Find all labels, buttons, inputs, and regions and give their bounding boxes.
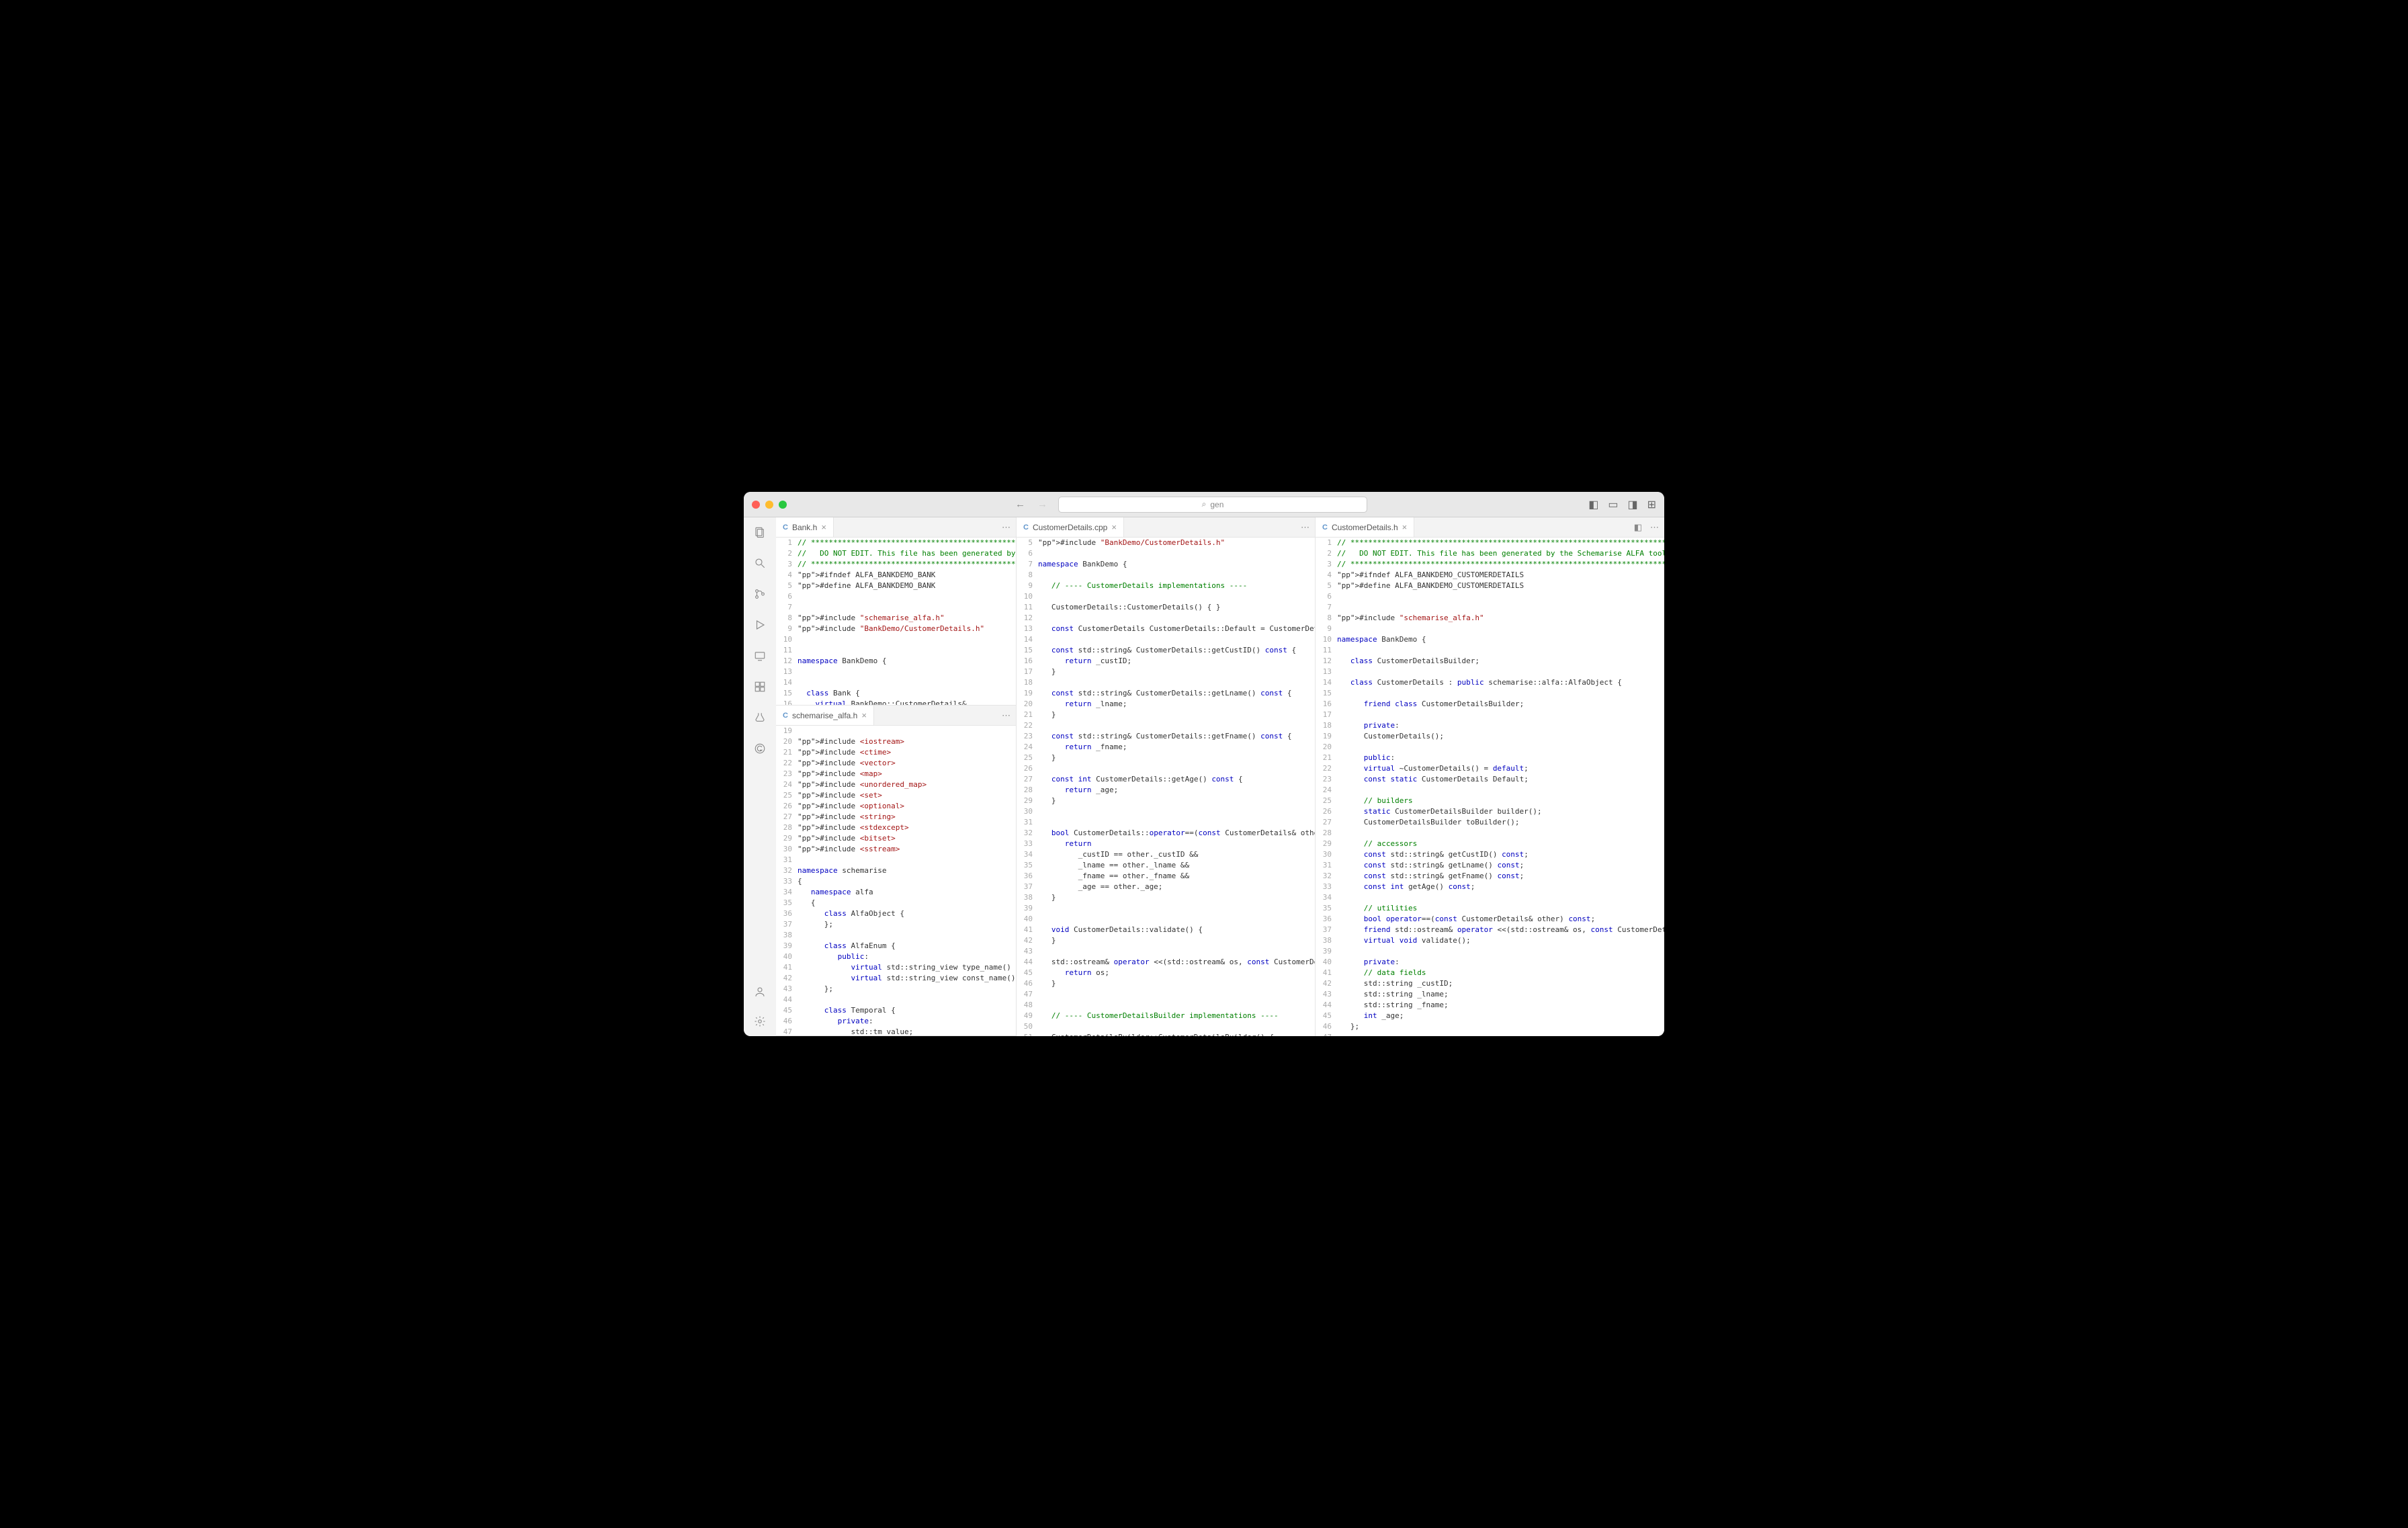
toggle-panel-icon[interactable]: ▭ [1608,498,1618,511]
c-file-icon: C [783,523,788,532]
testing-icon[interactable] [752,710,768,726]
layout-controls: ◧ ▭ ◨ ⊞ [1588,498,1656,511]
run-debug-icon[interactable] [752,617,768,633]
c-file-icon: C [1322,523,1328,532]
tab-bar: C CustomerDetails.h × ◧ ⋯ [1316,517,1664,538]
tab-customer-h[interactable]: C CustomerDetails.h × [1316,517,1414,537]
close-icon[interactable]: × [821,522,826,532]
editor-group-2: C CustomerDetails.cpp × ⋯ 5 6 7 8 9 10 1… [1017,517,1316,1036]
tab-label: CustomerDetails.cpp [1033,523,1107,532]
editor-bank-h[interactable]: 1 2 3 4 5 6 7 8 9 10 11 12 13 14 15 16 1… [776,538,1016,705]
editor-pane-bank-h: C Bank.h × ⋯ 1 2 3 4 5 6 7 8 9 10 11 12 … [776,517,1016,706]
activity-bar [744,517,776,1036]
extensions-icon[interactable] [752,679,768,695]
more-icon[interactable]: ⋯ [1002,522,1010,533]
traffic-lights [752,501,787,509]
customize-layout-icon[interactable]: ⊞ [1647,498,1656,511]
toggle-sidebar-icon[interactable]: ◧ [1588,498,1598,511]
more-icon[interactable]: ⋯ [1002,710,1010,721]
close-icon[interactable]: × [1111,522,1117,532]
c-file-icon: C [1023,523,1029,532]
grammarly-icon[interactable] [752,740,768,757]
c-file-icon: C [783,712,788,720]
search-icon: ⌕ [1202,499,1207,509]
close-icon[interactable]: × [861,710,867,720]
tab-schemarise-h[interactable]: C schemarise_alfa.h × [776,706,874,725]
more-icon[interactable]: ⋯ [1301,522,1309,533]
editor-group-3: C CustomerDetails.h × ◧ ⋯ 1 2 3 4 5 6 7 … [1316,517,1664,1036]
accounts-icon[interactable] [752,984,768,1000]
search-text: gen [1210,500,1223,509]
more-icon[interactable]: ⋯ [1650,522,1659,533]
editor-area: C Bank.h × ⋯ 1 2 3 4 5 6 7 8 9 10 11 12 … [776,517,1664,1036]
explorer-icon[interactable] [752,524,768,540]
close-window[interactable] [752,501,760,509]
editor-pane-schemarise: C schemarise_alfa.h × ⋯ 19 20 21 22 23 2… [776,706,1016,1036]
editor-group-1: C Bank.h × ⋯ 1 2 3 4 5 6 7 8 9 10 11 12 … [776,517,1017,1036]
maximize-window[interactable] [779,501,787,509]
tab-bar: C schemarise_alfa.h × ⋯ [776,706,1016,726]
titlebar: ← → ⌕ gen ◧ ▭ ◨ ⊞ [744,492,1664,517]
minimize-window[interactable] [765,501,773,509]
nav-forward-icon[interactable]: → [1037,499,1047,510]
editor-customer-h[interactable]: 1 2 3 4 5 6 7 8 9 10 11 12 13 14 15 16 1… [1316,538,1664,1036]
tab-label: Bank.h [792,523,817,532]
tab-customer-cpp[interactable]: C CustomerDetails.cpp × [1017,517,1124,537]
settings-icon[interactable] [752,1013,768,1029]
workbench: C Bank.h × ⋯ 1 2 3 4 5 6 7 8 9 10 11 12 … [744,517,1664,1036]
vscode-window: ← → ⌕ gen ◧ ▭ ◨ ⊞ [744,492,1664,1036]
close-icon[interactable]: × [1402,522,1408,532]
remote-icon[interactable] [752,648,768,664]
toggle-secondary-icon[interactable]: ◨ [1627,498,1637,511]
tab-bank-h[interactable]: C Bank.h × [776,517,834,537]
search-icon[interactable] [752,555,768,571]
tab-label: CustomerDetails.h [1332,523,1398,532]
command-center[interactable]: ⌕ gen [1058,497,1367,513]
nav-arrows: ← → [1015,499,1047,510]
editor-customer-cpp[interactable]: 5 6 7 8 9 10 11 12 13 14 15 16 17 18 19 … [1017,538,1315,1036]
tab-bar: C Bank.h × ⋯ [776,517,1016,538]
source-control-icon[interactable] [752,586,768,602]
editor-schemarise-h[interactable]: 19 20 21 22 23 24 25 26 27 28 29 30 31 3… [776,726,1016,1035]
split-icon[interactable]: ◧ [1634,522,1642,533]
nav-back-icon[interactable]: ← [1015,499,1025,510]
tab-bar: C CustomerDetails.cpp × ⋯ [1017,517,1315,538]
tab-label: schemarise_alfa.h [792,711,857,720]
